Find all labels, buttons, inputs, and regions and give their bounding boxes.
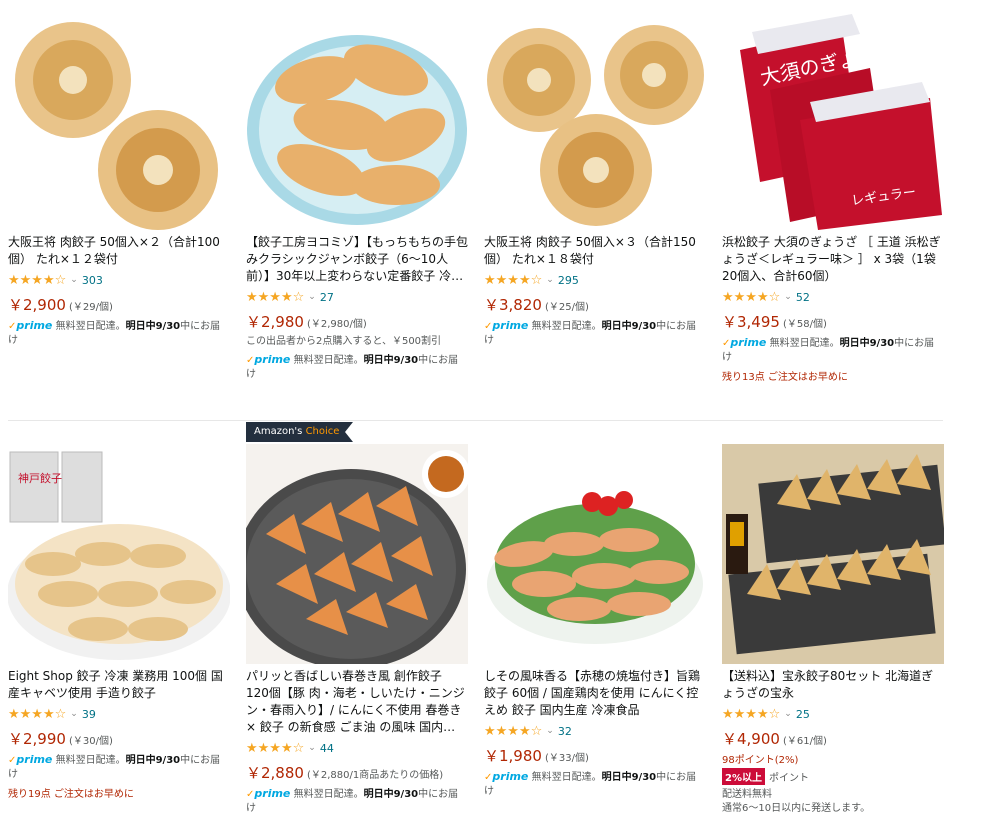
rating[interactable]: ★★★★☆ ⌄ 32 <box>484 723 706 739</box>
rating[interactable]: ★★★★☆ ⌄ 295 <box>484 272 706 288</box>
product-image[interactable]: 大須のぎょうざ レギュラー <box>722 10 944 230</box>
product-card[interactable]: パリッと香ばしい春巻き風 創作餃子 120個【豚 肉・海老・しいたけ・ニンジン・… <box>246 444 468 816</box>
product-title[interactable]: 大阪王将 肉餃子 50個入×３（合計150個） たれ×１８袋付 <box>484 234 706 268</box>
product-image[interactable] <box>246 10 468 230</box>
price: ￥3,820 (￥25/個) <box>484 296 589 314</box>
prime-logo: prime <box>254 353 291 366</box>
rating[interactable]: ★★★★☆ ⌄ 52 <box>722 289 944 305</box>
points-badge: 2%以上 <box>722 768 765 785</box>
chevron-down-icon[interactable]: ⌄ <box>784 709 792 719</box>
star-rating-icon: ★★★★☆ <box>722 706 781 722</box>
review-count-link[interactable]: 44 <box>320 742 334 755</box>
product-image[interactable] <box>484 10 706 230</box>
review-count-link[interactable]: 25 <box>796 708 810 721</box>
prime-delivery: ✓prime 無料翌日配達。明日中9/30中にお届け <box>722 336 935 363</box>
svg-text:神戸餃子: 神戸餃子 <box>18 471 62 485</box>
product-image[interactable] <box>8 10 230 230</box>
product-title[interactable]: 浜松餃子 大須のぎょうざ ［ 王道 浜松ぎょうざ＜レギュラー味＞ ］ x 3袋（… <box>722 234 944 285</box>
product-card[interactable]: しその風味香る【赤穂の焼塩付き】旨鶏 餃子 60個 / 国産鶏肉を使用 にんにく… <box>484 444 706 799</box>
star-rating-icon: ★★★★☆ <box>246 289 305 305</box>
rating[interactable]: ★★★★☆ ⌄ 44 <box>246 740 468 756</box>
prime-logo: prime <box>492 319 529 332</box>
review-count-link[interactable]: 295 <box>558 274 579 287</box>
amazons-choice-badge: Amazon's Choice <box>246 422 354 442</box>
prime-logo: prime <box>16 319 53 332</box>
stock-warning: 残り19点 ご注文はお早めに <box>8 789 134 800</box>
chevron-down-icon[interactable]: ⌄ <box>546 275 554 285</box>
price: ￥2,990 (￥30/個) <box>8 730 113 748</box>
product-card[interactable]: 大阪王将 肉餃子 50個入×２（合計100個） たれ×１２袋付 ★★★★☆ ⌄ … <box>8 10 230 348</box>
chevron-down-icon[interactable]: ⌄ <box>784 292 792 302</box>
chevron-down-icon[interactable]: ⌄ <box>70 709 78 719</box>
prime-delivery: ✓prime 無料翌日配達。明日中9/30中にお届け <box>246 353 459 380</box>
product-title[interactable]: 【餃子工房ヨコミゾ】【もっちもちの手包みクラシックジャンボ餃子（6～10人前）】… <box>246 234 468 285</box>
prime-logo: prime <box>254 787 291 800</box>
chevron-down-icon[interactable]: ⌄ <box>308 743 316 753</box>
price: ￥2,900 (￥29/個) <box>8 296 113 314</box>
review-count-link[interactable]: 39 <box>82 708 96 721</box>
star-rating-icon: ★★★★☆ <box>722 289 781 305</box>
chevron-down-icon[interactable]: ⌄ <box>546 726 554 736</box>
price: ￥4,900 (￥61/個) <box>722 730 827 748</box>
product-image[interactable] <box>246 444 468 664</box>
rating[interactable]: ★★★★☆ ⌄ 303 <box>8 272 230 288</box>
star-rating-icon: ★★★★☆ <box>8 706 67 722</box>
prime-delivery: ✓prime 無料翌日配達。明日中9/30中にお届け <box>484 319 697 346</box>
multi-buy-promo: この出品者から2点購入すると、￥500割引 <box>246 336 442 347</box>
product-image[interactable]: 神戸餃子 <box>8 444 230 664</box>
prime-delivery: ✓prime 無料翌日配達。明日中9/30中にお届け <box>8 319 221 346</box>
product-card[interactable]: 【送料込】宝永餃子80セット 北海道ぎょうざの宝永 ★★★★☆ ⌄ 25 ￥4,… <box>722 444 944 816</box>
rating[interactable]: ★★★★☆ ⌄ 25 <box>722 706 944 722</box>
points-row: 2%以上 ポイント <box>722 768 944 785</box>
review-count-link[interactable]: 303 <box>82 274 103 287</box>
product-card[interactable]: 【餃子工房ヨコミゾ】【もっちもちの手包みクラシックジャンボ餃子（6～10人前）】… <box>246 10 468 382</box>
product-title[interactable]: しその風味香る【赤穂の焼塩付き】旨鶏 餃子 60個 / 国産鶏肉を使用 にんにく… <box>484 668 706 719</box>
price: ￥1,980 (￥33/個) <box>484 747 589 765</box>
prime-delivery: ✓prime 無料翌日配達。明日中9/30中にお届け <box>246 787 459 814</box>
product-image[interactable] <box>484 444 706 664</box>
star-rating-icon: ★★★★☆ <box>484 723 543 739</box>
product-title[interactable]: 【送料込】宝永餃子80セット 北海道ぎょうざの宝永 <box>722 668 944 702</box>
product-image[interactable] <box>722 444 944 664</box>
star-rating-icon: ★★★★☆ <box>8 272 67 288</box>
product-title[interactable]: Eight Shop 餃子 冷凍 業務用 100個 国産キャベツ使用 手造り餃子 <box>8 668 230 702</box>
prime-logo: prime <box>492 770 529 783</box>
stock-warning: 残り13点 ご注文はお早めに <box>722 372 848 383</box>
rating[interactable]: ★★★★☆ ⌄ 39 <box>8 706 230 722</box>
row-divider <box>8 420 943 421</box>
product-card[interactable]: 神戸餃子 Eight Shop 餃子 冷凍 業務用 100個 国産キャベツ使用 … <box>8 444 230 800</box>
chevron-down-icon[interactable]: ⌄ <box>70 275 78 285</box>
review-count-link[interactable]: 32 <box>558 725 572 738</box>
product-card[interactable]: 大須のぎょうざ レギュラー 浜松餃子 大須のぎょうざ ［ 王道 浜松ぎょうざ＜レ… <box>722 10 944 383</box>
prime-delivery: ✓prime 無料翌日配達。明日中9/30中にお届け <box>8 753 221 780</box>
points-text: 98ポイント(2%) <box>722 755 799 766</box>
product-title[interactable]: 大阪王将 肉餃子 50個入×２（合計100個） たれ×１２袋付 <box>8 234 230 268</box>
star-rating-icon: ★★★★☆ <box>246 740 305 756</box>
price: ￥2,980 (￥2,980/個) <box>246 313 367 331</box>
free-shipping: 配送料無料 <box>722 789 772 800</box>
star-rating-icon: ★★★★☆ <box>484 272 543 288</box>
rating[interactable]: ★★★★☆ ⌄ 27 <box>246 289 468 305</box>
product-title[interactable]: パリッと香ばしい春巻き風 創作餃子 120個【豚 肉・海老・しいたけ・ニンジン・… <box>246 668 468 736</box>
prime-logo: prime <box>730 336 767 349</box>
prime-delivery: ✓prime 無料翌日配達。明日中9/30中にお届け <box>484 770 697 797</box>
prime-logo: prime <box>16 753 53 766</box>
chevron-down-icon[interactable]: ⌄ <box>308 292 316 302</box>
review-count-link[interactable]: 52 <box>796 291 810 304</box>
price: ￥2,880 (￥2,880/1商品あたりの価格) <box>246 764 444 782</box>
review-count-link[interactable]: 27 <box>320 291 334 304</box>
price: ￥3,495 (￥58/個) <box>722 313 827 331</box>
ship-window: 通常6～10日以内に発送します。 <box>722 803 871 814</box>
product-card[interactable]: 大阪王将 肉餃子 50個入×３（合計150個） たれ×１８袋付 ★★★★☆ ⌄ … <box>484 10 706 348</box>
